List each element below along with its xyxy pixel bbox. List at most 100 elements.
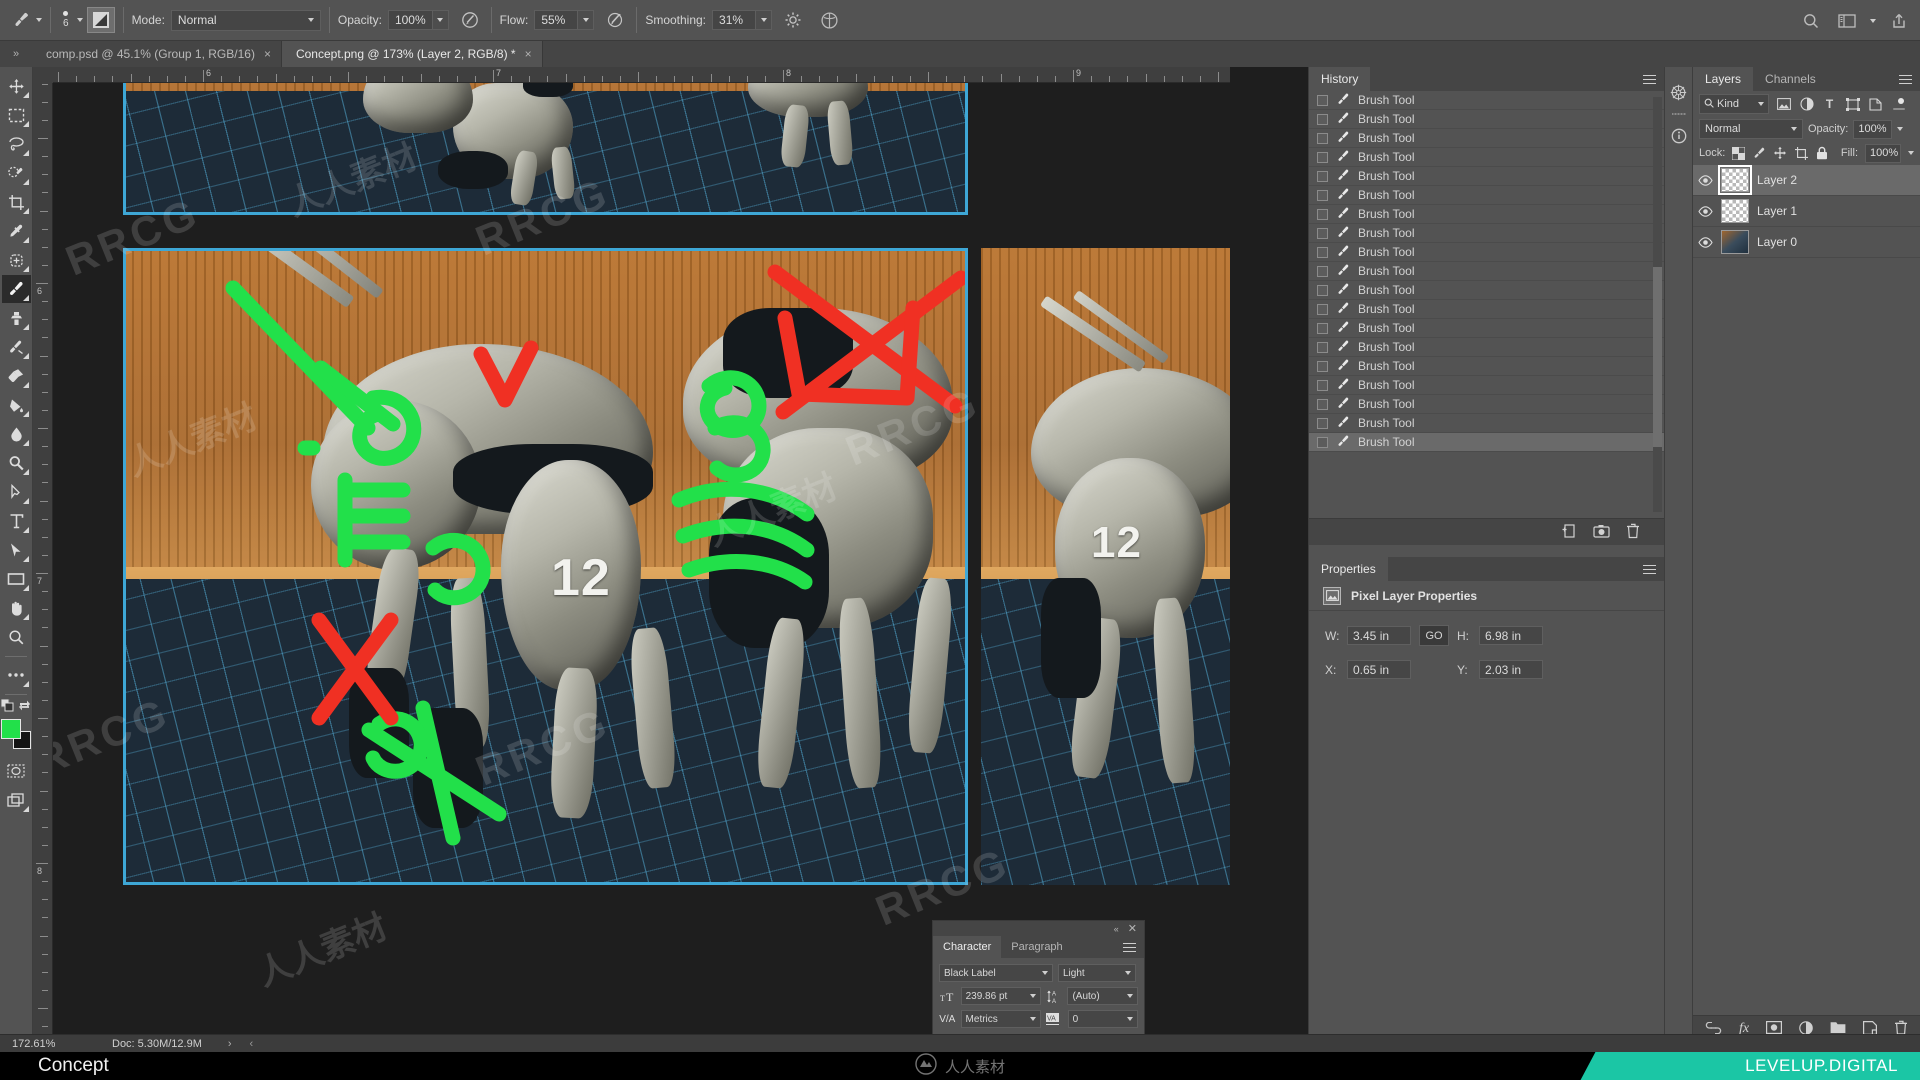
history-state-checkbox[interactable] — [1317, 322, 1328, 334]
zoom-tool[interactable] — [2, 623, 31, 651]
fill-input[interactable]: 100% — [1865, 143, 1901, 163]
clone-stamp-tool[interactable] — [2, 304, 31, 332]
character-panel-menu-icon[interactable] — [1123, 936, 1136, 958]
layer-thumbnail[interactable] — [1721, 199, 1749, 223]
crop-tool[interactable] — [2, 188, 31, 216]
dodge-tool[interactable] — [2, 449, 31, 477]
x-input[interactable]: 0.65 in — [1347, 660, 1411, 679]
history-state-row[interactable]: Brush Tool — [1309, 395, 1664, 414]
pen-tool[interactable] — [2, 478, 31, 506]
smoothing-control[interactable]: 31% — [712, 10, 773, 30]
document-tab-concept[interactable]: Concept.png @ 173% (Layer 2, RGB/8) * × — [281, 41, 543, 67]
smoothing-dropdown-caret[interactable] — [756, 10, 773, 30]
screen-mode-icon[interactable] — [2, 786, 31, 814]
spot-healing-brush-tool[interactable] — [2, 246, 31, 274]
opacity-control[interactable]: 100% — [387, 10, 449, 30]
history-state-row[interactable]: Brush Tool — [1309, 300, 1664, 319]
workspace-icon[interactable] — [1834, 8, 1860, 34]
brush-tool-icon[interactable] — [8, 7, 34, 33]
adjustment-filter-icon[interactable] — [1798, 95, 1815, 113]
move-tool[interactable] — [2, 72, 31, 100]
tab-properties[interactable]: Properties — [1309, 557, 1388, 581]
filter-toggle-icon[interactable] — [1890, 95, 1907, 113]
edit-toolbar-button[interactable] — [2, 661, 31, 689]
zoom-level[interactable]: 172.61% — [0, 1038, 84, 1050]
canvas-area[interactable]: 56789 5678 — [33, 67, 1230, 1042]
history-state-row[interactable]: Brush Tool — [1309, 433, 1664, 452]
brush-tool[interactable] — [1, 275, 31, 303]
history-state-row[interactable]: Brush Tool — [1309, 148, 1664, 167]
history-state-row[interactable]: Brush Tool — [1309, 319, 1664, 338]
rectangular-marquee-tool[interactable] — [2, 101, 31, 129]
history-state-row[interactable]: Brush Tool — [1309, 205, 1664, 224]
chevron-right-icon[interactable]: › — [202, 1038, 232, 1050]
layer-kind-select[interactable]: Kind — [1699, 94, 1769, 114]
pixel-filter-icon[interactable] — [1775, 95, 1792, 113]
tab-bar-expand-icon[interactable]: » — [0, 41, 32, 67]
layer-visibility-icon[interactable] — [1697, 203, 1713, 219]
history-state-row[interactable]: Brush Tool — [1309, 262, 1664, 281]
history-state-row[interactable]: Brush Tool — [1309, 91, 1664, 110]
eraser-tool[interactable] — [2, 362, 31, 390]
flow-dropdown-caret[interactable] — [578, 10, 595, 30]
history-state-checkbox[interactable] — [1317, 398, 1328, 410]
history-state-checkbox[interactable] — [1317, 360, 1328, 372]
color-swatches[interactable] — [1, 719, 31, 749]
info-icon[interactable] — [1666, 121, 1692, 151]
history-state-checkbox[interactable] — [1317, 189, 1328, 201]
history-state-row[interactable]: Brush Tool — [1309, 414, 1664, 433]
symmetry-icon[interactable] — [816, 7, 842, 33]
smoothing-options-gear-icon[interactable] — [780, 7, 806, 33]
font-family-select[interactable]: Black Label — [939, 964, 1053, 982]
link-wh-button[interactable]: GO — [1419, 625, 1449, 646]
close-icon[interactable]: ✕ — [1128, 922, 1137, 935]
history-state-checkbox[interactable] — [1317, 436, 1328, 448]
blend-mode-select[interactable]: Normal — [170, 9, 321, 31]
lock-transparent-icon[interactable] — [1732, 146, 1746, 160]
tracking-input[interactable]: 0 — [1067, 1010, 1138, 1028]
shape-filter-icon[interactable] — [1844, 95, 1861, 113]
layer-row[interactable]: Layer 1 — [1693, 196, 1920, 227]
brush-preset-picker[interactable]: 6 — [59, 5, 87, 35]
history-state-checkbox[interactable] — [1317, 170, 1328, 182]
history-state-row[interactable]: Brush Tool — [1309, 357, 1664, 376]
flow-input[interactable]: 55% — [534, 10, 579, 30]
lasso-tool[interactable] — [2, 130, 31, 158]
chevron-left-icon[interactable]: ‹ — [232, 1038, 254, 1050]
history-state-checkbox[interactable] — [1317, 284, 1328, 296]
properties-panel-menu-icon[interactable] — [1643, 557, 1656, 581]
history-state-checkbox[interactable] — [1317, 132, 1328, 144]
tab-layers[interactable]: Layers — [1693, 67, 1754, 91]
object-selection-tool[interactable] — [2, 159, 31, 187]
search-icon[interactable] — [1798, 8, 1824, 34]
history-state-row[interactable]: Brush Tool — [1309, 186, 1664, 205]
opacity-input[interactable]: 100% — [387, 10, 433, 30]
history-state-checkbox[interactable] — [1317, 113, 1328, 125]
delete-icon[interactable] — [1626, 523, 1640, 542]
history-state-row[interactable]: Brush Tool — [1309, 167, 1664, 186]
flow-control[interactable]: 55% — [534, 10, 595, 30]
tab-history[interactable]: History — [1309, 67, 1371, 91]
history-panel-menu-icon[interactable] — [1643, 67, 1656, 91]
history-state-row[interactable]: Brush Tool — [1309, 281, 1664, 300]
brush-settings-panel-icon[interactable] — [86, 7, 115, 33]
color-wheel-icon[interactable] — [1666, 77, 1692, 107]
rectangle-tool[interactable] — [2, 565, 31, 593]
history-scrollbar-thumb[interactable] — [1653, 267, 1662, 447]
foreground-color-swatch[interactable] — [1, 719, 21, 739]
history-state-row[interactable]: Brush Tool — [1309, 129, 1664, 148]
history-state-checkbox[interactable] — [1317, 227, 1328, 239]
gradient-tool[interactable] — [2, 391, 31, 419]
document-viewport[interactable]: 12 12 RRCG RRCG RRCG RRCG 人人素材 — [53, 83, 1230, 1042]
opacity-dropdown-caret[interactable] — [432, 10, 449, 30]
eyedropper-tool[interactable] — [2, 217, 31, 245]
type-tool[interactable] — [2, 507, 31, 535]
history-state-checkbox[interactable] — [1317, 246, 1328, 258]
tab-channels[interactable]: Channels — [1753, 67, 1828, 91]
layer-row[interactable]: Layer 2 — [1693, 165, 1920, 196]
history-list[interactable]: Brush Tool Brush Tool Brush Tool Brush Tool… — [1309, 91, 1664, 518]
workspace-dropdown-caret[interactable] — [1870, 18, 1876, 23]
fill-caret[interactable] — [1908, 151, 1914, 155]
layer-opacity-input[interactable]: 100% — [1853, 119, 1892, 139]
type-filter-icon[interactable]: T — [1821, 95, 1838, 113]
